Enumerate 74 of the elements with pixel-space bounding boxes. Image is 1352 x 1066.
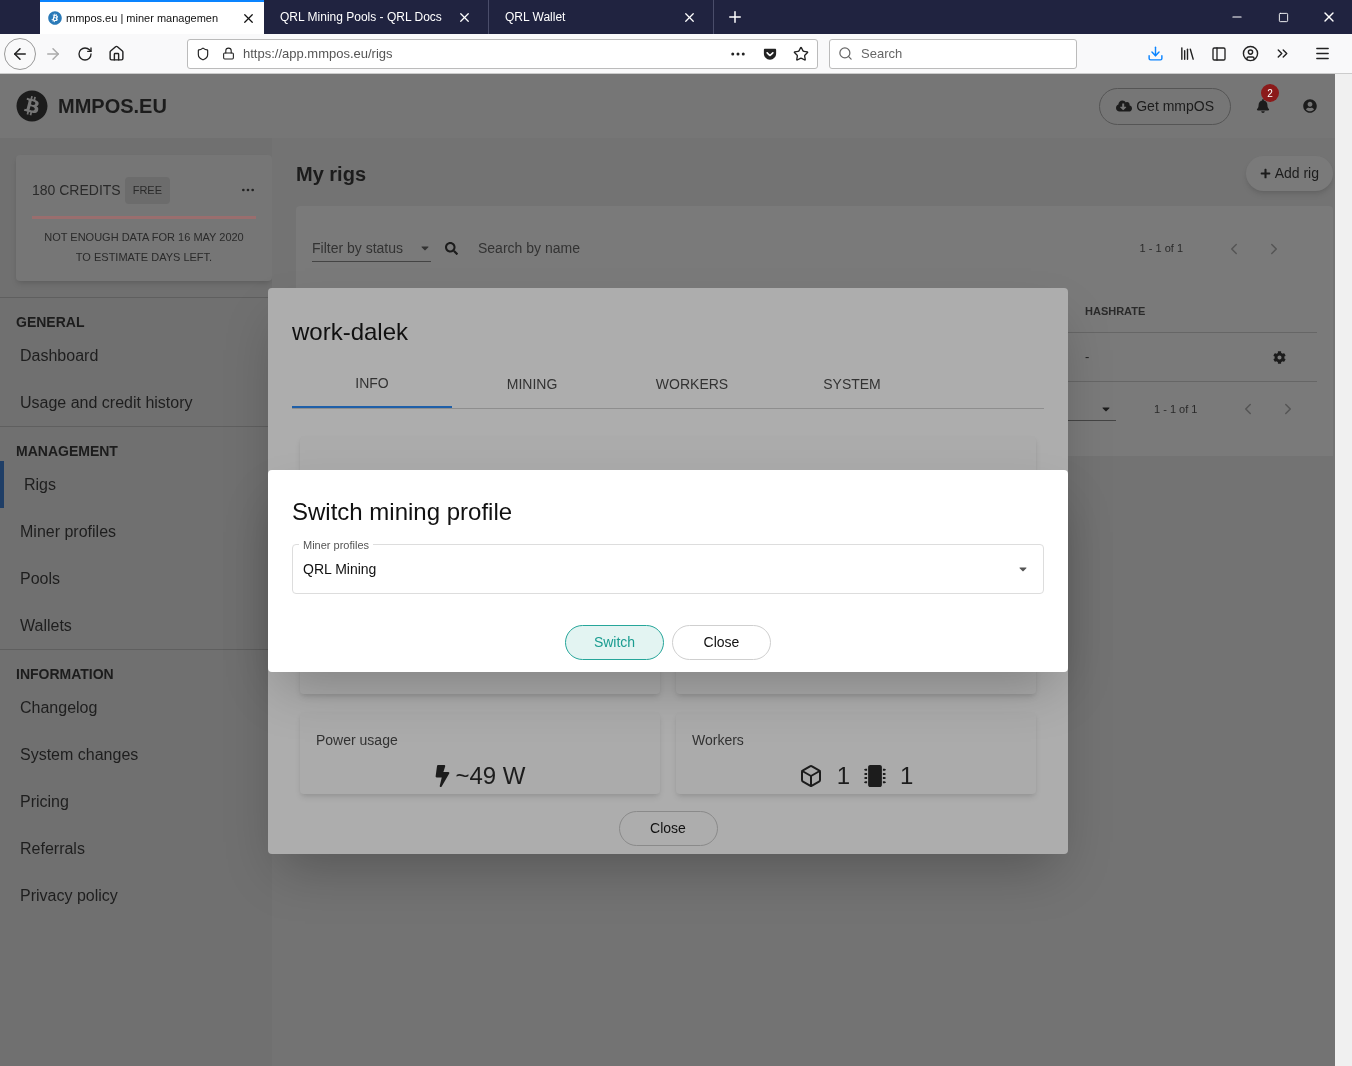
new-tab-icon[interactable]	[726, 8, 744, 26]
dialog-title: work-dalek	[292, 318, 409, 345]
nav-item[interactable]: Miner profiles	[0, 508, 272, 555]
nav-item[interactable]: Wallets	[0, 602, 272, 649]
home-icon[interactable]	[108, 45, 125, 62]
table-cell-text: -	[1085, 348, 1090, 367]
search-field[interactable]: Search	[829, 38, 1077, 69]
nav-item[interactable]: Changelog	[0, 684, 272, 731]
url-text: https://app.mmpos.eu/rigs	[243, 44, 394, 63]
column-header: HASHRATE	[1085, 304, 1146, 320]
notification-badge: 2	[1261, 84, 1279, 102]
scrollbar[interactable]	[1335, 74, 1352, 1066]
site-icon	[48, 11, 62, 25]
close-button[interactable]: Close	[618, 811, 718, 846]
lock-icon	[222, 47, 235, 60]
pagination-text: 1 - 1 of 1	[1139, 241, 1183, 257]
bookmark-star-icon[interactable]	[793, 45, 809, 62]
power-value: ~49 W	[455, 761, 526, 791]
shield-icon[interactable]	[196, 46, 210, 61]
nav-item[interactable]: Pools	[0, 555, 272, 602]
dialog-title: Switch mining profile	[292, 498, 513, 525]
page-title: My rigs	[296, 161, 367, 187]
nav-item[interactable]: Dashboard	[0, 332, 272, 379]
search-icon	[445, 242, 458, 255]
nav-item[interactable]: Privacy policy	[0, 872, 272, 919]
cpu-count: 1	[900, 761, 914, 791]
search-input[interactable]: Search	[861, 43, 1068, 64]
search-input[interactable]: Search by name	[478, 238, 678, 259]
section-heading: GENERAL	[16, 314, 85, 330]
reload-icon[interactable]	[77, 45, 93, 62]
url-field[interactable]: https://app.mmpos.eu/rigs	[187, 38, 818, 69]
credits-notice: NOT ENOUGH DATA FOR 16 MAY 2020 TO ESTIMATE DAYS LEFT.	[43, 229, 245, 265]
chip-icon	[864, 763, 886, 789]
bolt-icon	[434, 765, 452, 787]
tab-title: QRL Mining Pools - QRL Docs	[280, 9, 443, 26]
notification-icon[interactable]	[1256, 99, 1270, 113]
cloud-download-icon	[1116, 98, 1133, 114]
logo-icon	[16, 90, 48, 122]
tab-title: mmpos.eu | miner managemen	[66, 10, 220, 26]
stat-label: Power usage	[316, 732, 398, 748]
tab-title: QRL Wallet	[505, 9, 567, 26]
credits-text: 180 CREDITS	[32, 180, 121, 200]
gpu-count: 1	[836, 761, 850, 791]
download-icon[interactable]	[1147, 45, 1164, 62]
browser-tab[interactable]: mmpos.eu | miner managemen	[40, 0, 264, 34]
nav-item[interactable]: Referrals	[0, 825, 272, 872]
sidebar-icon[interactable]	[1211, 45, 1227, 62]
gpu-icon	[798, 764, 823, 788]
dialog-tab[interactable]: INFO	[292, 360, 452, 408]
add-rig-button[interactable]: Add rig	[1245, 156, 1333, 191]
nav-item[interactable]: Usage and credit history	[0, 379, 272, 426]
dialog-tab[interactable]: WORKERS	[612, 360, 772, 408]
plan-badge: FREE	[124, 177, 171, 204]
account-icon[interactable]	[1242, 45, 1259, 62]
dialog-tab[interactable]: SYSTEM	[772, 360, 932, 408]
settings-icon[interactable]	[1273, 350, 1287, 364]
menu-icon[interactable]	[1314, 45, 1331, 62]
stat-label: Workers	[692, 732, 744, 748]
nav-item[interactable]: Pricing	[0, 778, 272, 825]
logo-text: MMPOS.EU	[58, 94, 167, 119]
section-heading: INFORMATION	[16, 666, 114, 682]
dialog-button[interactable]: Close	[672, 625, 771, 660]
dialog-tab[interactable]: MINING	[452, 360, 612, 408]
section-heading: MANAGEMENT	[16, 443, 118, 459]
status-filter[interactable]: Filter by status	[312, 235, 431, 262]
select-value: QRL Mining	[303, 559, 378, 579]
dialog-button[interactable]: Switch	[565, 625, 664, 660]
pagination-text: 1 - 1 of 1	[1154, 401, 1198, 417]
maximize-icon[interactable]	[1277, 11, 1289, 23]
plus-icon	[1259, 168, 1271, 179]
library-icon[interactable]	[1179, 45, 1196, 62]
search-icon	[838, 46, 853, 61]
nav-item[interactable]: System changes	[0, 731, 272, 778]
pocket-icon[interactable]	[763, 46, 777, 61]
